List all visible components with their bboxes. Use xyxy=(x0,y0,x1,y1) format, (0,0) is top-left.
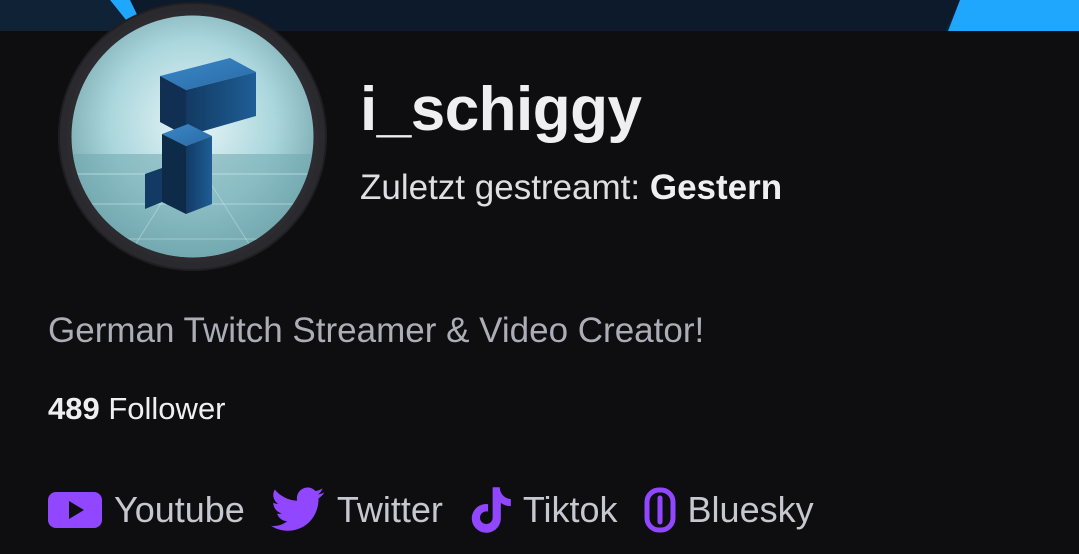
social-link-twitter[interactable]: Twitter xyxy=(270,487,443,533)
social-link-label: Tiktok xyxy=(522,489,618,530)
follower-count-label: Follower xyxy=(108,391,226,426)
social-links: Youtube Twitter Tiktok Bluesky xyxy=(48,482,840,538)
social-link-bluesky[interactable]: Bluesky xyxy=(644,487,814,533)
avatar-image xyxy=(66,10,319,263)
youtube-icon xyxy=(48,490,102,530)
follower-count: 489 Follower xyxy=(48,391,226,427)
last-streamed-info: Zuletzt gestreamt: Gestern xyxy=(360,168,782,208)
social-link-tiktok[interactable]: Tiktok xyxy=(469,487,618,533)
social-link-label: Youtube xyxy=(114,489,245,530)
last-streamed-label: Zuletzt gestreamt: xyxy=(360,168,641,207)
last-streamed-value: Gestern xyxy=(649,168,783,207)
social-link-youtube[interactable]: Youtube xyxy=(48,489,245,531)
follower-count-number: 489 xyxy=(48,391,100,426)
bluesky-icon xyxy=(644,487,676,533)
channel-username: i_schiggy xyxy=(360,75,642,144)
social-link-label: Twitter xyxy=(336,489,443,530)
social-link-label: Bluesky xyxy=(687,489,814,530)
channel-avatar[interactable] xyxy=(60,4,325,269)
channel-bio: German Twitch Streamer & Video Creator! xyxy=(48,311,705,350)
twitter-icon xyxy=(270,487,325,533)
tiktok-icon xyxy=(469,487,511,533)
